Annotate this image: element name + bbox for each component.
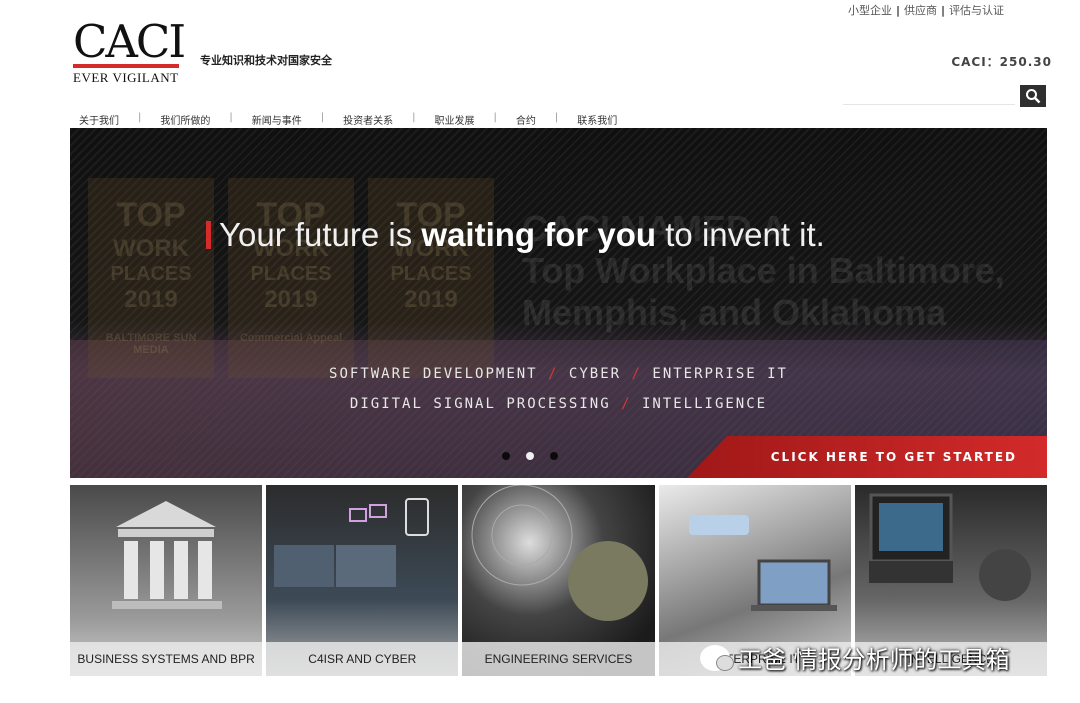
nav-item-about[interactable]: 关于我们 [72, 112, 126, 127]
search-box [843, 85, 1047, 107]
nav-item-investors[interactable]: 投资者关系 [336, 112, 400, 127]
badge-text: WORK [113, 235, 189, 262]
tile-engineering[interactable]: ENGINEERING SERVICES [462, 485, 655, 676]
monitors-icon [274, 498, 430, 587]
service-dsp: DIGITAL SIGNAL PROCESSING [349, 396, 611, 412]
util-link-small-business[interactable]: 小型企业 [848, 4, 892, 17]
service-enterprise-it: ENTERPRISE IT [652, 366, 788, 382]
tile-label: BUSINESS SYSTEMS AND BPR [70, 642, 263, 676]
divider: | [229, 112, 233, 123]
caci-logo[interactable]: CACI EVER VIGILANT [73, 15, 186, 86]
headline-pre: Your future is [219, 216, 413, 253]
tile-label: C4ISR AND CYBER [266, 642, 459, 676]
util-link-certification[interactable]: 评估与认证 [949, 4, 1004, 17]
badge-source: Commercial Appeal [239, 332, 343, 344]
nav-item-news[interactable]: 新闻与事件 [245, 112, 309, 127]
divider: | [554, 112, 559, 123]
divider: | [138, 112, 142, 123]
badge-source: BALTIMORE SUN MEDIA [105, 332, 197, 356]
utility-links: 小型企业 | 供应商 | 评估与认证 [848, 2, 1004, 18]
carousel-dot[interactable] [550, 452, 558, 460]
divider: | [493, 112, 497, 123]
nav-item-careers[interactable]: 职业发展 [428, 112, 482, 127]
carousel-dots [502, 452, 558, 460]
service-cyber: CYBER [568, 366, 622, 382]
divider: | [896, 4, 901, 17]
slash: / [631, 366, 642, 382]
carousel-dot-active[interactable] [526, 452, 534, 460]
headline-post: to invent it. [665, 216, 825, 253]
badge-text: 2019 [264, 286, 318, 313]
award-badge: TOP WORK PLACES 2019 [368, 178, 494, 378]
laptop-icon [688, 515, 837, 611]
divider: | [320, 112, 325, 123]
wechat-icon [700, 644, 734, 671]
slash: / [621, 396, 632, 412]
search-button[interactable] [1020, 85, 1046, 107]
tile-business-systems[interactable]: BUSINESS SYSTEMS AND BPR [70, 485, 263, 676]
tile-label: ENGINEERING SERVICES [462, 642, 655, 676]
award-badge: TOP WORK PLACES 2019 Commercial Appeal [228, 178, 354, 378]
building-icon [112, 501, 222, 609]
field-laptop-icon [868, 493, 1031, 601]
divider: | [941, 4, 946, 17]
service-intelligence: INTELLIGENCE [641, 396, 768, 412]
carousel-dot[interactable] [502, 452, 510, 460]
search-icon [1026, 89, 1041, 104]
logo-tagline: EVER VIGILANT [73, 70, 179, 85]
util-link-suppliers[interactable]: 供应商 [904, 4, 937, 17]
watermark: 工爸 情报分析师的工具箱 [700, 640, 1010, 675]
logo-wordmark: CACI [73, 15, 186, 68]
divider: | [412, 112, 416, 123]
main-nav: 关于我们 | 我们所做的 | 新闻与事件 | 投资者关系 | 职业发展 | 合约 | 联系我… [72, 112, 624, 127]
tile-c4isr[interactable]: C4ISR AND CYBER [266, 485, 459, 676]
nav-item-contact[interactable]: 联系我们 [570, 112, 624, 127]
watermark-text: 工爸 情报分析师的工具箱 [738, 646, 1010, 674]
services-line-2: DIGITAL SIGNAL PROCESSING / INTELLIGENCE [70, 396, 1047, 412]
hero-headline: Your future is waiting for you to invent… [206, 216, 825, 254]
headline-accent-bar [206, 221, 211, 249]
badge-text: PLACES [110, 263, 192, 285]
badge-text: PLACES [250, 263, 332, 285]
headline-bold: waiting for you [421, 216, 657, 253]
stock-quote: CACI：250.30 [951, 55, 1052, 69]
nav-item-contracts[interactable]: 合约 [509, 112, 543, 127]
badge-text: PLACES [390, 263, 472, 285]
nav-item-what-we-do[interactable]: 我们所做的 [153, 112, 217, 127]
background-line: Top Workplace in Baltimore, [522, 250, 1005, 291]
badge-text: 2019 [404, 286, 458, 313]
award-badge: TOP WORK PLACES 2019 BALTIMORE SUN MEDIA [88, 178, 214, 378]
hero-banner[interactable]: TOP WORK PLACES 2019 BALTIMORE SUN MEDIA… [70, 128, 1047, 478]
radar-icon [471, 485, 649, 621]
background-line: Memphis, and Oklahoma [522, 292, 947, 333]
service-software: SOFTWARE DEVELOPMENT [329, 366, 538, 382]
badge-text: TOP [116, 196, 186, 234]
get-started-button[interactable]: CLICK HERE TO GET STARTED [687, 436, 1047, 478]
site-tagline: 专业知识和技术对国家安全 [200, 54, 332, 67]
slash: / [548, 366, 559, 382]
services-line-1: SOFTWARE DEVELOPMENT / CYBER / ENTERPRIS… [70, 366, 1047, 382]
badge-text: 2019 [124, 286, 178, 313]
search-input[interactable] [843, 85, 1015, 105]
